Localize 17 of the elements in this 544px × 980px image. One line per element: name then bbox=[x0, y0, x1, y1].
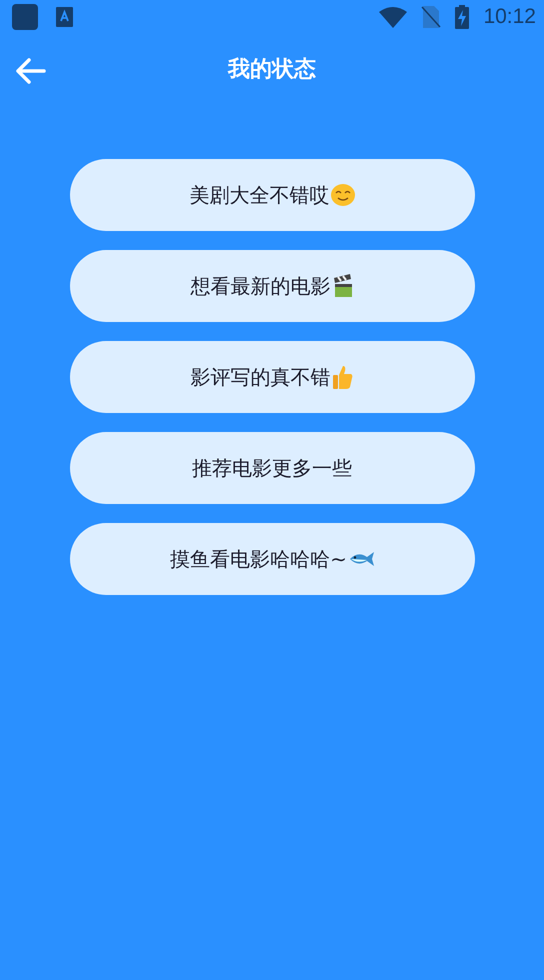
no-sim-icon bbox=[421, 6, 442, 28]
thumbs-up-icon bbox=[332, 365, 354, 389]
font-icon bbox=[56, 7, 73, 27]
status-option[interactable]: 推荐电影更多一些 bbox=[70, 432, 474, 504]
battery-charging-icon bbox=[455, 5, 470, 29]
page-title: 我的状态 bbox=[228, 56, 316, 84]
wifi-icon bbox=[379, 6, 408, 28]
back-arrow-icon bbox=[16, 58, 46, 84]
status-option[interactable]: 美剧大全不错哎 bbox=[70, 159, 474, 231]
status-option[interactable]: 想看最新的电影 bbox=[70, 250, 474, 322]
fish-icon bbox=[348, 551, 374, 567]
clapperboard-icon bbox=[332, 274, 354, 298]
app-icon bbox=[12, 4, 38, 30]
status-time: 10:12 bbox=[483, 5, 536, 29]
status-option[interactable]: 影评写的真不错 bbox=[70, 341, 474, 413]
smiling-face-icon bbox=[330, 184, 354, 206]
status-option[interactable]: 摸鱼看电影哈哈哈~ bbox=[70, 523, 474, 595]
